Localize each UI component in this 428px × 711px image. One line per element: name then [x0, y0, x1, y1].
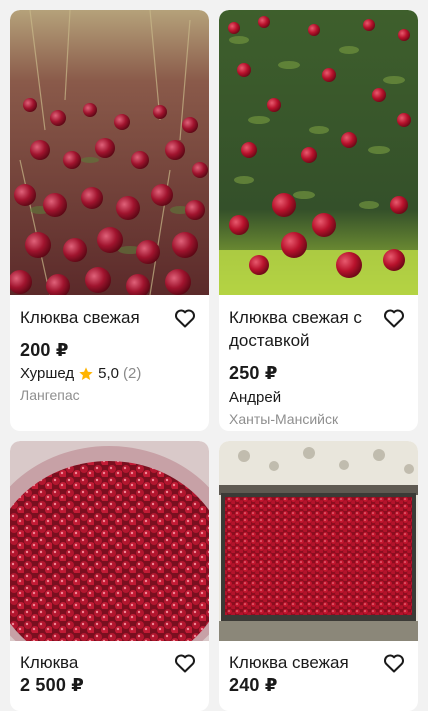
listing-photo[interactable]	[10, 10, 209, 295]
listing-grid: Клюква свежая 200 ₽ Хуршед 5,0 (2) Ланге…	[0, 0, 428, 711]
listing-card[interactable]: Клюква свежая с доставкой 250 ₽ Андрей Х…	[219, 10, 418, 431]
listing-photo[interactable]	[219, 10, 418, 295]
listing-price: 2 500 ₽	[20, 675, 84, 695]
heart-outline-icon[interactable]	[173, 651, 197, 675]
listing-city: Ханты-Мансийск	[229, 411, 339, 427]
listing-title[interactable]: Клюква свежая	[229, 651, 374, 674]
listing-card[interactable]: Клюква 2 500 ₽	[10, 441, 209, 711]
listing-title[interactable]: Клюква свежая	[20, 306, 165, 329]
review-count: (2)	[123, 365, 142, 382]
listing-photo[interactable]	[219, 441, 418, 641]
heart-outline-icon[interactable]	[173, 306, 197, 330]
seller-name: Хуршед	[20, 365, 75, 382]
heart-outline-icon[interactable]	[382, 306, 406, 330]
listing-title[interactable]: Клюква	[20, 651, 165, 674]
seller-info[interactable]: Андрей	[229, 389, 281, 406]
rating-value: 5,0	[98, 365, 120, 382]
listing-price: 200 ₽	[20, 340, 69, 360]
listing-card[interactable]: Клюква свежая 240 ₽	[219, 441, 418, 711]
seller-info[interactable]: Хуршед 5,0 (2)	[20, 365, 141, 382]
heart-outline-icon[interactable]	[382, 651, 406, 675]
listing-price: 240 ₽	[229, 675, 278, 695]
listing-city: Лангепас	[20, 387, 80, 403]
seller-name: Андрей	[229, 389, 282, 406]
listing-card[interactable]: Клюква свежая 200 ₽ Хуршед 5,0 (2) Ланге…	[10, 10, 209, 431]
listing-photo[interactable]	[10, 441, 209, 641]
listing-price: 250 ₽	[229, 363, 278, 383]
listing-title[interactable]: Клюква свежая с доставкой	[229, 306, 374, 352]
star-icon	[79, 366, 93, 380]
